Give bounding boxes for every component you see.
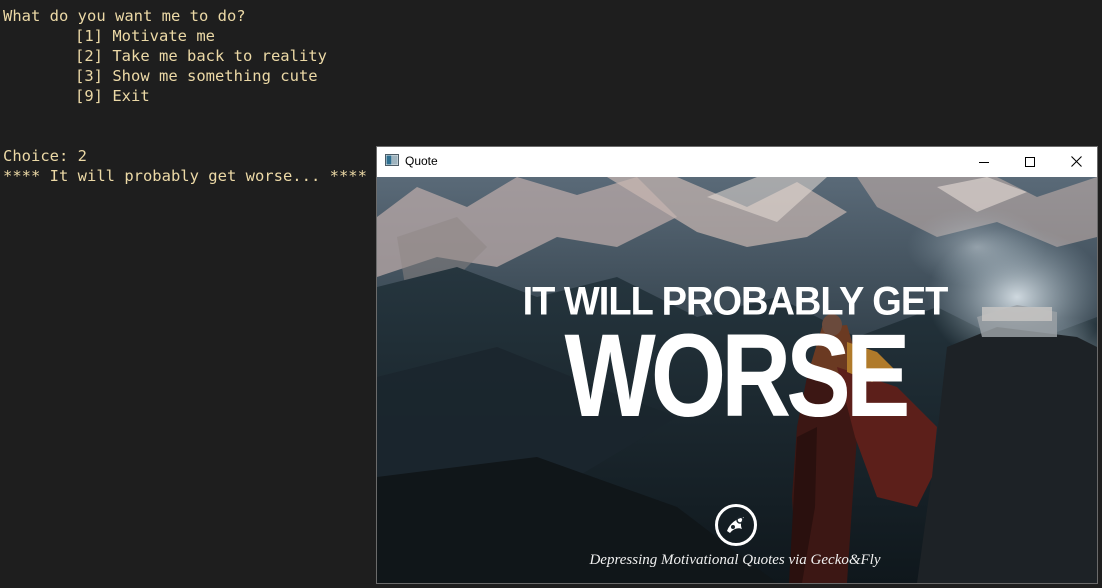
choice-line: Choice: 2 — [3, 147, 87, 165]
quote-line-2: WORSE — [564, 310, 911, 442]
close-icon — [1070, 156, 1082, 167]
title-bar[interactable]: Quote — [377, 147, 1097, 176]
gecko-fly-logo-icon — [715, 504, 757, 546]
terminal-prompt: What do you want me to do? — [3, 7, 246, 25]
maximize-button[interactable] — [1007, 147, 1053, 176]
menu-option-2: [2] Take me back to reality — [75, 47, 327, 65]
minimize-button[interactable] — [961, 147, 1007, 176]
quote-window[interactable]: Quote IT WILL PROBABLY GET WORSE Depress… — [376, 146, 1098, 584]
menu-option-1: [1] Motivate me — [75, 27, 215, 45]
app-window-icon — [385, 154, 399, 166]
close-button[interactable] — [1053, 147, 1099, 176]
quote-credit: Depressing Motivational Quotes via Gecko… — [589, 552, 881, 568]
window-title: Quote — [405, 154, 438, 168]
menu-option-9: [9] Exit — [75, 87, 150, 105]
menu-option-3: [3] Show me something cute — [75, 67, 318, 85]
minimize-icon — [979, 161, 989, 163]
quote-image: IT WILL PROBABLY GET WORSE Depressing Mo… — [377, 177, 1097, 583]
result-line: **** It will probably get worse... **** — [3, 167, 367, 185]
maximize-icon — [1025, 156, 1035, 167]
